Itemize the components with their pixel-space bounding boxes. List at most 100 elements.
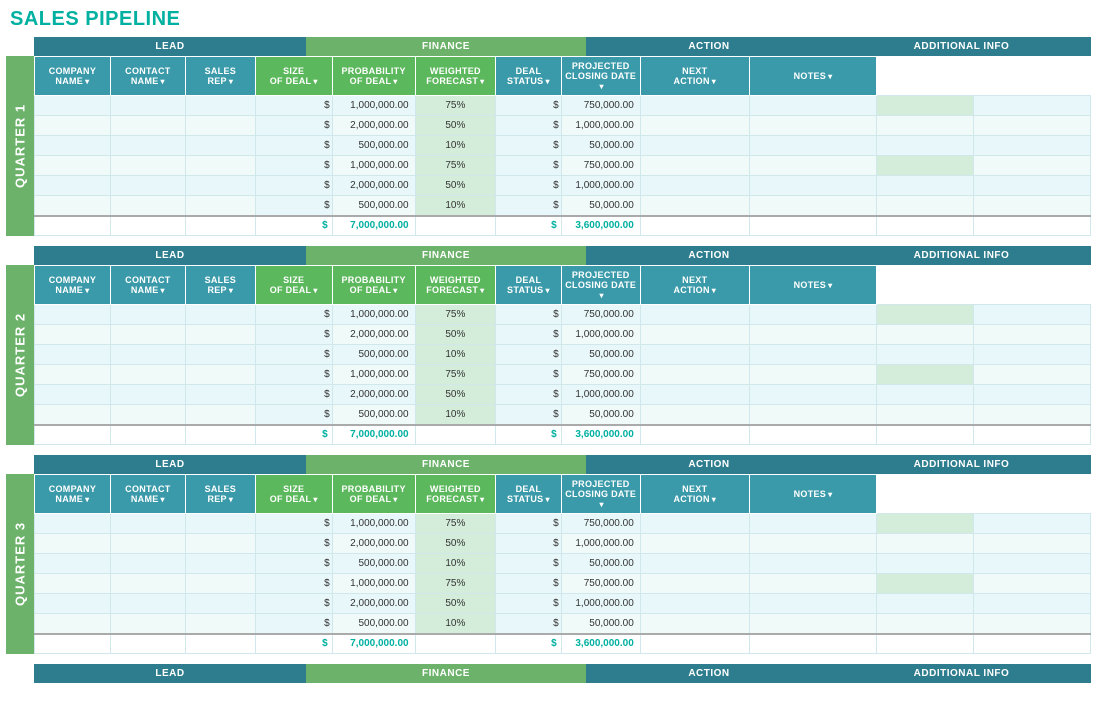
- th-probability-of-deal[interactable]: PROBABILITYOF DEAL▾: [332, 57, 415, 96]
- cell-size-deal: 500,000.00: [332, 136, 415, 156]
- cell-dollar-sign: $: [255, 176, 332, 196]
- cell-proj-close: [749, 594, 877, 614]
- th-weighted-forecast[interactable]: WEIGHTEDFORECAST▾: [415, 57, 496, 96]
- quarter-section-q1: LEADFINANCEACTIONADDITIONAL INFOQUARTER …: [6, 37, 1091, 236]
- cell-weighted: 50,000.00: [561, 614, 640, 634]
- cell-salesrep: [185, 176, 255, 196]
- table-row: $500,000.0010%$50,000.00: [35, 345, 1091, 365]
- cell-notes: [974, 305, 1091, 325]
- cell-weighted: 750,000.00: [561, 96, 640, 116]
- th-contact-name[interactable]: CONTACTNAME▾: [110, 57, 185, 96]
- cell-deal-status: [640, 136, 749, 156]
- th-size-of-deal[interactable]: SIZEOF DEAL▾: [255, 266, 332, 305]
- cell-notes: [974, 116, 1091, 136]
- th-company-name[interactable]: COMPANYNAME▾: [35, 266, 111, 305]
- th-probability-of-deal[interactable]: PROBABILITYOF DEAL▾: [332, 266, 415, 305]
- th-sales-rep[interactable]: SALESREP▾: [185, 475, 255, 514]
- th-contact-name[interactable]: CONTACTNAME▾: [110, 266, 185, 305]
- cell-size-deal: 2,000,000.00: [332, 176, 415, 196]
- cell-deal-status: [640, 534, 749, 554]
- cell-salesrep: [185, 345, 255, 365]
- cell-size-deal: 2,000,000.00: [332, 116, 415, 136]
- cat-header-additional-info-q2: ADDITIONAL INFO: [832, 246, 1091, 265]
- cell-next-action: [877, 514, 974, 534]
- cell-proj-close: [749, 365, 877, 385]
- th-deal-status[interactable]: DEALSTATUS▾: [496, 57, 561, 96]
- cell-company: [35, 554, 111, 574]
- cell-dollar-sign: $: [255, 614, 332, 634]
- th-size-of-deal[interactable]: SIZEOF DEAL▾: [255, 57, 332, 96]
- th-probability-of-deal[interactable]: PROBABILITYOF DEAL▾: [332, 475, 415, 514]
- table-row: $500,000.0010%$50,000.00: [35, 136, 1091, 156]
- cell-weighted: 750,000.00: [561, 156, 640, 176]
- th-weighted-forecast[interactable]: WEIGHTEDFORECAST▾: [415, 266, 496, 305]
- cell-deal-status: [640, 514, 749, 534]
- th-next-action[interactable]: NEXTACTION▾: [640, 266, 749, 305]
- cell-contact: [110, 614, 185, 634]
- cell-dollar-sign: $: [255, 136, 332, 156]
- th-projected-closing-date[interactable]: PROJECTEDCLOSING DATE▾: [561, 475, 640, 514]
- cell-deal-status: [640, 96, 749, 116]
- data-table-q2: COMPANYNAME▾CONTACTNAME▾SALESREP▾SIZEOF …: [34, 265, 1091, 445]
- th-notes[interactable]: NOTES▾: [749, 475, 877, 514]
- th-notes[interactable]: NOTES▾: [749, 266, 877, 305]
- cell-weighted: 750,000.00: [561, 305, 640, 325]
- cell-contact: [110, 405, 185, 425]
- cell-company: [35, 156, 111, 176]
- th-weighted-forecast[interactable]: WEIGHTEDFORECAST▾: [415, 475, 496, 514]
- th-notes[interactable]: NOTES▾: [749, 57, 877, 96]
- cell-probability: 50%: [415, 176, 496, 196]
- cell-dollar-sign: $: [255, 594, 332, 614]
- cell-weighted: 1,000,000.00: [561, 176, 640, 196]
- cell-weighted-dollar-sign: $: [496, 405, 561, 425]
- th-projected-closing-date[interactable]: PROJECTEDCLOSING DATE▾: [561, 57, 640, 96]
- cell-contact: [110, 385, 185, 405]
- cell-next-action: [877, 136, 974, 156]
- cell-size-deal: 2,000,000.00: [332, 325, 415, 345]
- cat-header-additional-info-q3: ADDITIONAL INFO: [832, 455, 1091, 474]
- cell-notes: [974, 176, 1091, 196]
- table-row: $1,000,000.0075%$750,000.00: [35, 305, 1091, 325]
- cell-size-deal: 1,000,000.00: [332, 574, 415, 594]
- th-company-name[interactable]: COMPANYNAME▾: [35, 475, 111, 514]
- th-next-action[interactable]: NEXTACTION▾: [640, 57, 749, 96]
- cell-size-deal: 1,000,000.00: [332, 305, 415, 325]
- cell-company: [35, 405, 111, 425]
- cell-probability: 50%: [415, 385, 496, 405]
- cell-salesrep: [185, 305, 255, 325]
- cell-proj-close: [749, 405, 877, 425]
- cell-contact: [110, 594, 185, 614]
- cell-weighted-dollar-sign: $: [496, 325, 561, 345]
- th-projected-closing-date[interactable]: PROJECTEDCLOSING DATE▾: [561, 266, 640, 305]
- cell-size-deal: 2,000,000.00: [332, 534, 415, 554]
- cell-next-action: [877, 345, 974, 365]
- table-row: $1,000,000.0075%$750,000.00: [35, 365, 1091, 385]
- th-deal-status[interactable]: DEALSTATUS▾: [496, 266, 561, 305]
- cell-contact: [110, 116, 185, 136]
- th-size-of-deal[interactable]: SIZEOF DEAL▾: [255, 475, 332, 514]
- cell-contact: [110, 325, 185, 345]
- th-sales-rep[interactable]: SALESREP▾: [185, 57, 255, 96]
- cell-size-deal: 1,000,000.00: [332, 96, 415, 116]
- th-deal-status[interactable]: DEALSTATUS▾: [496, 475, 561, 514]
- th-contact-name[interactable]: CONTACTNAME▾: [110, 475, 185, 514]
- th-sales-rep[interactable]: SALESREP▾: [185, 266, 255, 305]
- cell-deal-status: [640, 614, 749, 634]
- cell-next-action: [877, 534, 974, 554]
- cell-deal-status: [640, 156, 749, 176]
- table-row: $500,000.0010%$50,000.00: [35, 405, 1091, 425]
- quarter-label-q2: QUARTER 2: [6, 265, 34, 445]
- cell-company: [35, 385, 111, 405]
- th-next-action[interactable]: NEXTACTION▾: [640, 475, 749, 514]
- cell-deal-status: [640, 325, 749, 345]
- cell-next-action: [877, 385, 974, 405]
- bottom-lead-header: LEAD: [34, 664, 306, 683]
- cat-header-action-q2: ACTION: [586, 246, 832, 265]
- cell-probability: 75%: [415, 156, 496, 176]
- cell-notes: [974, 574, 1091, 594]
- cell-deal-status: [640, 196, 749, 216]
- th-company-name[interactable]: COMPANYNAME▾: [35, 57, 111, 96]
- cell-contact: [110, 136, 185, 156]
- cell-notes: [974, 96, 1091, 116]
- cell-weighted-dollar-sign: $: [496, 594, 561, 614]
